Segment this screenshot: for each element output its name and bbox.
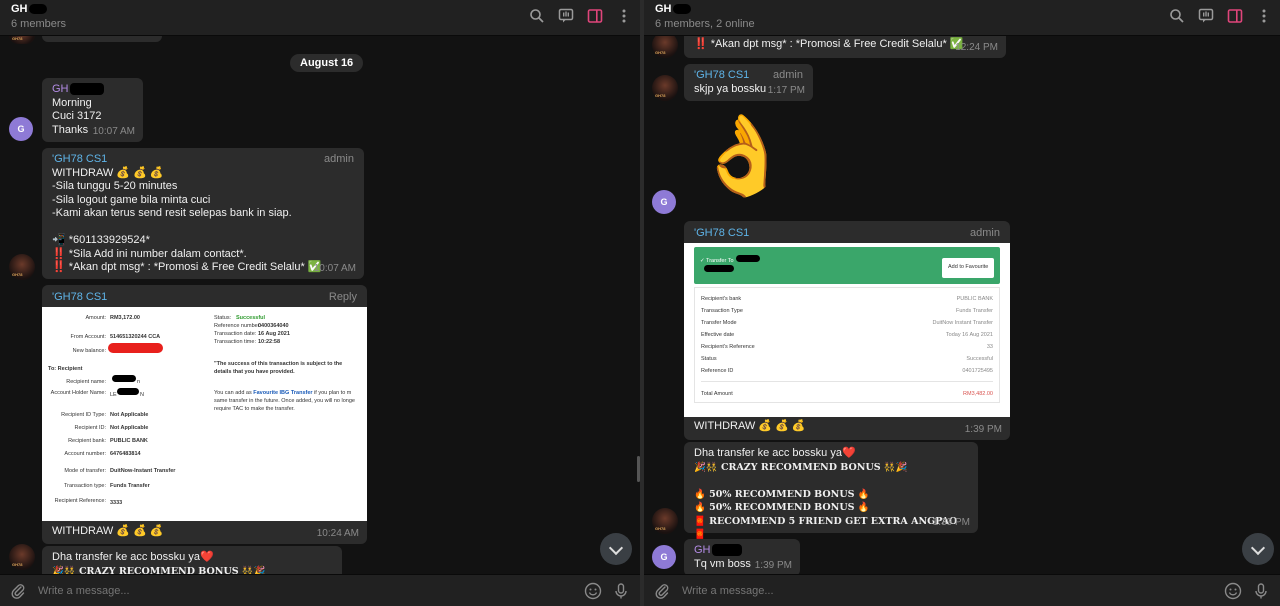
call-icon[interactable] [558, 8, 574, 24]
message-line: -Kami akan terus send resit selepas bank… [52, 207, 292, 219]
date-separator: August 16 [290, 54, 364, 72]
message-composer [0, 574, 640, 606]
message-line: ‼️ *Akan dpt msg* : *Promosi & Free Cred… [52, 261, 322, 273]
sidebar-toggle-icon[interactable] [587, 8, 603, 24]
sender-name[interactable]: 'GH78 CS1 [694, 227, 749, 241]
message-bubble[interactable]: GH Tq vm boss 1:39 PM [684, 539, 800, 576]
message-line: Dha transfer ke acc bossku ya❤️ [52, 551, 214, 563]
message-line [52, 221, 354, 235]
chat-header[interactable]: GH 6 members, 2 online [644, 0, 1280, 36]
message-line: WITHDRAW 💰 💰 💰 [52, 166, 164, 179]
message-line: 🔥 50% RECOMMEND BONUS 🔥 [694, 502, 870, 513]
message-time: 10:07 AM [92, 125, 135, 137]
message-bubble[interactable]: 'GH78 CS1 Reply Amount: RM3,172.00 From … [42, 285, 367, 544]
receipt-rows: Recipient's bank PUBLIC BANK Transaction… [694, 287, 1000, 403]
avatar[interactable]: G [9, 117, 33, 141]
message-line: Morning [52, 96, 92, 109]
message-line: Dha transfer ke acc bossku ya❤️ [694, 447, 856, 459]
message-time: 1:17 PM [767, 84, 805, 96]
chat-title[interactable]: GH [11, 3, 47, 15]
admin-badge: admin [970, 227, 1000, 239]
sender-name[interactable]: GH [52, 83, 133, 97]
message-time: 12:24 PM [955, 41, 998, 53]
avatar[interactable]: G [652, 545, 676, 569]
message-time: 1:39 PM [932, 516, 970, 528]
emoji-icon[interactable] [1224, 582, 1242, 600]
attach-icon[interactable] [654, 583, 670, 599]
sender-name[interactable]: 'GH78 CS1 [52, 291, 107, 305]
message-bubble[interactable]: 'GH78 CS1 admin ✓ Transfer To Add to Fav… [684, 221, 1010, 440]
favourite-button[interactable]: Add to Favourite [942, 258, 995, 278]
message-line: ‼️ *Sila Add ini number dalam contact*. [52, 247, 247, 260]
message-bubble[interactable]: Dha transfer ke acc bossku ya❤️ 🎉👯 CRAZY… [684, 442, 978, 540]
left-chat-pane: 11:14 PM GH78 August 16 G GH Morning Cuc… [0, 0, 640, 606]
receipt-image[interactable]: ✓ Transfer To Add to Favourite Recipient… [684, 243, 1010, 417]
message-time: 10:24 AM [316, 527, 359, 539]
chat-subtitle: 6 members [11, 18, 67, 30]
avatar[interactable]: GH78 [652, 508, 678, 534]
message-line: 🔥 50% RECOMMEND BONUS 🔥 [694, 488, 870, 500]
microphone-icon[interactable] [612, 582, 630, 600]
emoji-icon[interactable] [584, 582, 602, 600]
chat-header[interactable]: GH 6 members [0, 0, 640, 36]
avatar[interactable]: G [652, 190, 676, 214]
message-caption: WITHDRAW 💰 💰 💰 [694, 420, 806, 432]
right-chat-pane: GH78 ‼️ *Akan dpt msg* : *Promosi & Free… [644, 0, 1280, 606]
avatar[interactable]: GH78 [652, 75, 678, 101]
message-bubble[interactable]: 'GH78 CS1 admin skjp ya bossku 1:17 PM [684, 64, 813, 101]
receipt-image[interactable]: Amount: RM3,172.00 From Account: 5146513… [42, 307, 367, 521]
attach-icon[interactable] [10, 583, 26, 599]
search-icon[interactable] [529, 8, 545, 24]
sender-name[interactable]: 'GH78 CS1 [52, 153, 354, 167]
message-input[interactable] [682, 575, 1200, 606]
avatar[interactable]: GH78 [9, 544, 35, 570]
message-bubble[interactable]: 'GH78 CS1 admin WITHDRAW 💰 💰 💰 -Sila tun… [42, 148, 364, 279]
message-time: 1:39 PM [754, 559, 792, 571]
call-icon[interactable] [1198, 8, 1214, 24]
message-line: ‼️ *Akan dpt msg* : *Promosi & Free Cred… [694, 38, 964, 50]
microphone-icon[interactable] [1252, 582, 1270, 600]
message-composer [644, 574, 1280, 606]
sender-name[interactable]: GH [694, 544, 790, 558]
message-line [694, 474, 968, 488]
more-options-icon[interactable] [1256, 8, 1272, 24]
admin-badge: admin [773, 69, 803, 81]
receipt-header: ✓ Transfer To Add to Favourite [694, 247, 1000, 284]
chat-title[interactable]: GH [655, 3, 691, 15]
message-bubble[interactable]: GH Morning Cuci 3172 Thanks 10:07 AM [42, 78, 143, 142]
message-line: Cuci 3172 [52, 110, 102, 122]
message-time: 10:07 AM [313, 262, 356, 274]
more-options-icon[interactable] [616, 8, 632, 24]
reply-link[interactable]: Reply [329, 291, 357, 305]
search-icon[interactable] [1169, 8, 1185, 24]
sticker[interactable]: 👌 [694, 100, 791, 210]
message-time: 1:39 PM [964, 423, 1002, 435]
admin-badge: admin [324, 153, 354, 165]
message-caption: WITHDRAW 💰 💰 💰 [52, 525, 164, 537]
message-line: -Sila logout game bila minta cuci [52, 193, 211, 206]
message-line: 🎉👯 CRAZY RECOMMEND BONUS 👯🎉 [694, 461, 908, 473]
redacted-mark [108, 343, 163, 353]
scroll-down-button[interactable] [1242, 533, 1274, 565]
avatar[interactable]: GH78 [9, 254, 35, 280]
message-line: -Sila tunggu 5-20 minutes [52, 180, 178, 192]
sidebar-toggle-icon[interactable] [1227, 8, 1243, 24]
message-line: 🧧 RECOMMEND 5 FRIEND GET EXTRA ANGPAO 🧧 [694, 515, 958, 541]
message-input[interactable] [38, 575, 560, 606]
chat-subtitle: 6 members, 2 online [655, 18, 755, 30]
scroll-down-button[interactable] [600, 533, 632, 565]
message-line: 📲 *601133929524* [52, 234, 150, 246]
message-bubble[interactable]: Dha transfer ke acc bossku ya❤️ 🎉👯 CRAZY… [42, 546, 342, 576]
